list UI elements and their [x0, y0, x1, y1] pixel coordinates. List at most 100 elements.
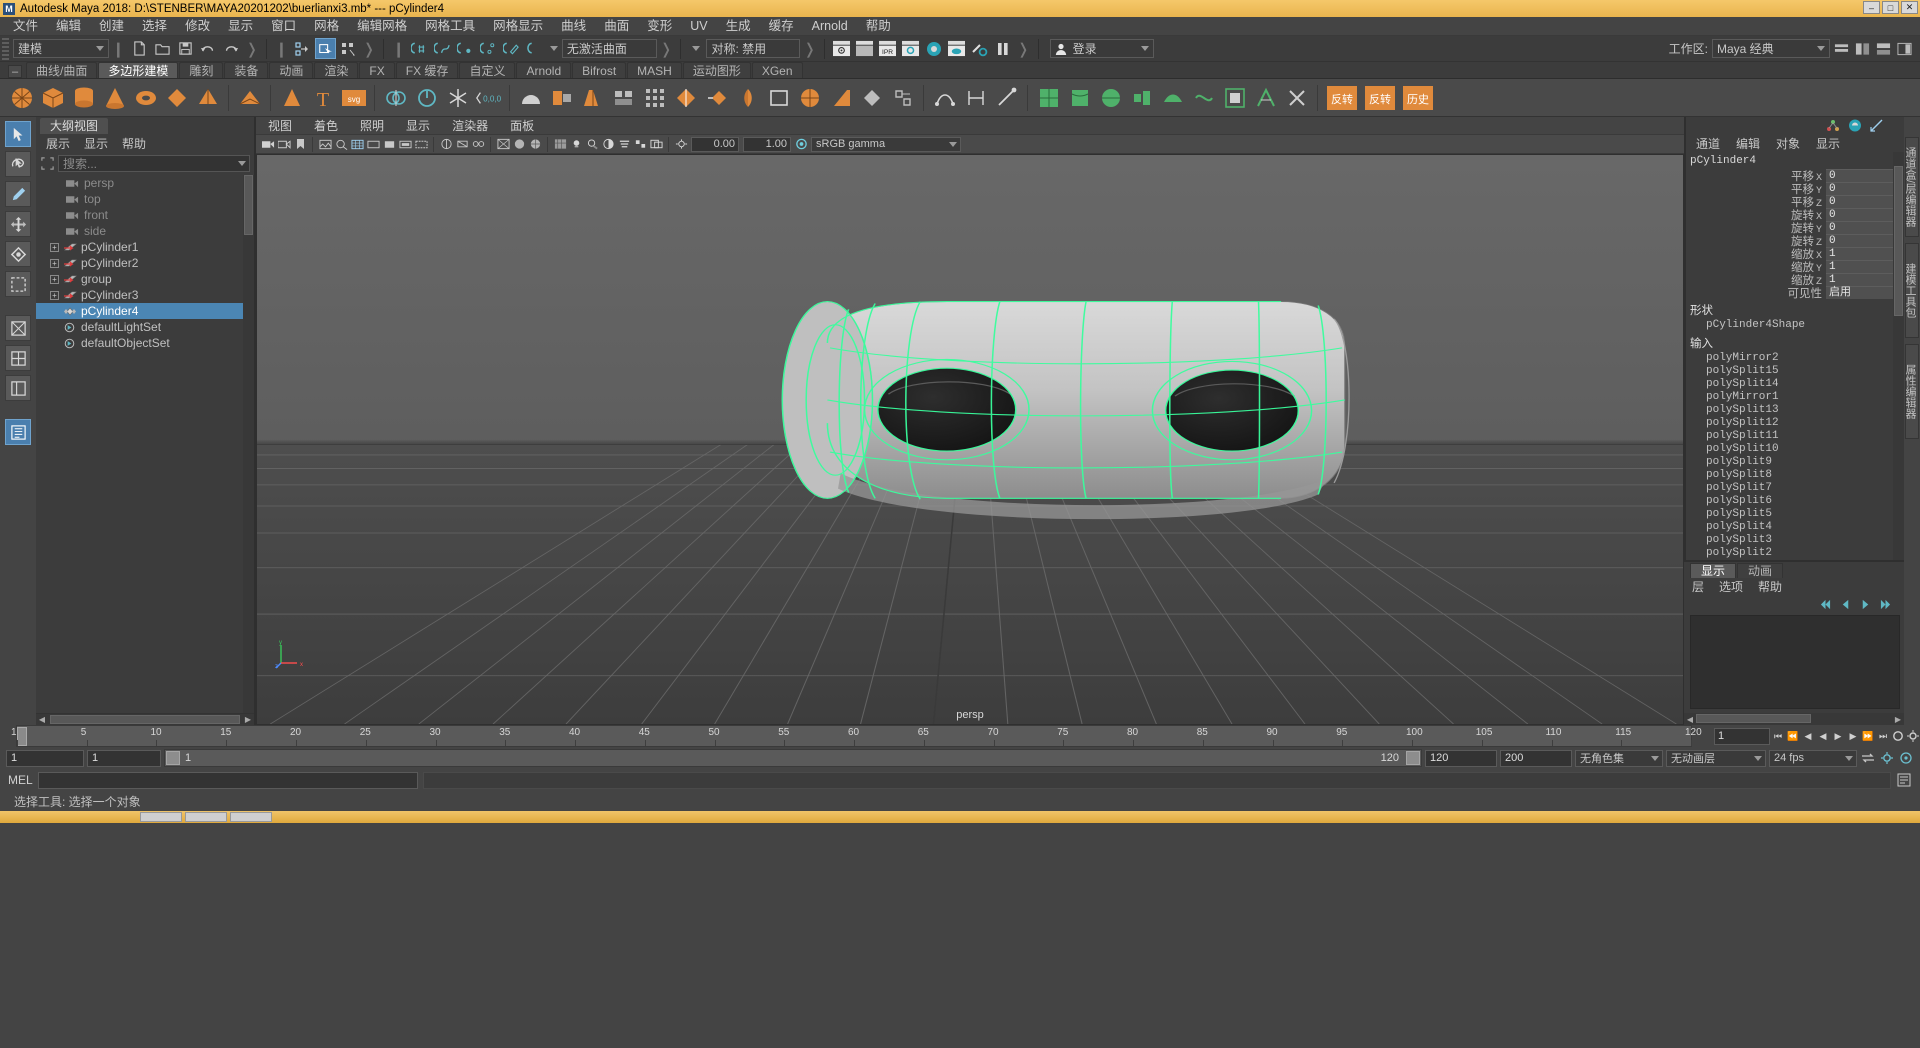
menu-item-18[interactable]: 帮助 — [857, 17, 900, 36]
menu-item-12[interactable]: 曲面 — [595, 17, 638, 36]
uv-camera-icon[interactable] — [1159, 83, 1186, 113]
scroll-thumb[interactable] — [50, 715, 240, 724]
snap-coords-icon[interactable]: 0,0,0 — [475, 83, 502, 113]
uv-contour-icon[interactable] — [1190, 83, 1217, 113]
channel-box-menu-通道[interactable]: 通道 — [1696, 135, 1720, 152]
delete-history-icon[interactable]: 历史 — [1401, 83, 1435, 113]
lights-toggle-icon[interactable] — [569, 136, 583, 152]
layer-first-icon[interactable] — [1819, 599, 1832, 610]
smooth-shading-icon[interactable] — [512, 136, 526, 152]
isolate-select-icon[interactable] — [439, 136, 453, 152]
search-frame-icon[interactable] — [40, 156, 55, 171]
bookmark-icon[interactable] — [293, 136, 307, 152]
poly-torus-icon[interactable] — [132, 83, 159, 113]
scroll-thumb[interactable] — [244, 175, 253, 235]
menu-item-4[interactable]: 修改 — [176, 17, 219, 36]
go-to-start-icon[interactable]: ⏮ — [1771, 728, 1785, 745]
gamma-value-field[interactable]: 1.00 — [743, 136, 791, 152]
render-settings-icon[interactable] — [900, 38, 921, 59]
time-slider-cursor[interactable] — [17, 727, 27, 746]
menu-item-14[interactable]: UV — [681, 17, 716, 36]
motion-blur-icon[interactable] — [617, 136, 631, 152]
mel-label[interactable]: MEL — [8, 773, 33, 787]
current-frame-field[interactable]: 1 — [1714, 727, 1770, 745]
ipr-render-icon[interactable]: IPR — [877, 38, 898, 59]
uv-cylindrical-icon[interactable] — [1066, 83, 1093, 113]
tool-settings-toggle-icon[interactable] — [1876, 42, 1891, 56]
single-view-layout-button[interactable] — [5, 315, 31, 341]
measure-distance-icon[interactable] — [962, 83, 989, 113]
rotate-tool-button[interactable] — [5, 241, 31, 267]
poly-cube-icon[interactable] — [39, 83, 66, 113]
input-node-polySplit8[interactable]: polySplit8 — [1686, 469, 1904, 482]
outliner-item-front[interactable]: front — [36, 207, 254, 223]
pause-icon[interactable] — [992, 38, 1013, 59]
right-tab-建模工具包[interactable]: 建模工具包 — [1904, 243, 1919, 338]
input-node-polySplit6[interactable]: polySplit6 — [1686, 495, 1904, 508]
smooth-icon[interactable] — [517, 83, 544, 113]
anim-layer-dropdown[interactable]: 无动画层 — [1666, 749, 1766, 767]
grid-toggle-icon[interactable] — [350, 136, 364, 152]
paint-select-tool-button[interactable] — [5, 181, 31, 207]
combine-icon[interactable] — [444, 83, 471, 113]
shelf-tab-曲线/曲面[interactable]: 曲线/曲面 — [26, 62, 98, 78]
select-camera-icon[interactable] — [261, 136, 275, 152]
slide-edge-icon[interactable] — [827, 83, 854, 113]
outliner-item-persp[interactable]: persp — [36, 175, 254, 191]
menu-item-13[interactable]: 变形 — [638, 17, 681, 36]
input-node-polyMirror1[interactable]: polyMirror1 — [1686, 391, 1904, 404]
reverse-normals-icon[interactable]: 反转 — [1325, 83, 1359, 113]
color-space-dropdown[interactable]: sRGB gamma — [811, 136, 961, 152]
layer-editor-tab-动画[interactable]: 动画 — [1737, 563, 1784, 578]
film-gate-icon[interactable] — [366, 136, 380, 152]
menu-item-0[interactable]: 文件 — [4, 17, 47, 36]
exposure-value-field[interactable]: 0.00 — [691, 136, 739, 152]
light-settings-icon[interactable] — [969, 38, 990, 59]
menu-item-8[interactable]: 编辑网格 — [348, 17, 416, 36]
uv-spherical-icon[interactable] — [1097, 83, 1124, 113]
shelf-tab-XGen[interactable]: XGen — [751, 62, 803, 78]
expand-toggle-icon[interactable]: + — [50, 242, 59, 252]
layer-prev-icon[interactable] — [1839, 599, 1852, 610]
script-editor-icon[interactable] — [1896, 773, 1912, 787]
animation-settings-icon[interactable] — [1898, 751, 1914, 765]
crease-icon[interactable] — [931, 83, 958, 113]
input-node-polySplit4[interactable]: polySplit4 — [1686, 521, 1904, 534]
symmetry-chevron-icon[interactable] — [692, 46, 701, 51]
shelf-collapse-button[interactable]: – — [8, 65, 22, 78]
animation-preferences-icon[interactable] — [1906, 728, 1920, 745]
layer-editor-scrollbar[interactable]: ◀ ▶ — [1684, 713, 1904, 725]
soft-select-icon[interactable] — [278, 83, 305, 113]
fill-hole-icon[interactable] — [765, 83, 792, 113]
layer-editor-menu-选项[interactable]: 选项 — [1719, 578, 1743, 595]
gate-mask-icon[interactable] — [398, 136, 412, 152]
outliner-horizontal-scrollbar[interactable]: ◀ ▶ — [36, 713, 254, 725]
loop-playback-icon[interactable] — [1860, 751, 1876, 765]
poly-cone-icon[interactable] — [101, 83, 128, 113]
channel-box-scrollbar[interactable] — [1893, 152, 1904, 560]
scroll-left-arrow-icon[interactable]: ◀ — [1684, 713, 1696, 725]
input-node-polySplit14[interactable]: polySplit14 — [1686, 378, 1904, 391]
viewport-menu-面板[interactable]: 面板 — [510, 117, 534, 134]
viewport-menu-照明[interactable]: 照明 — [360, 117, 384, 134]
target-weld-icon[interactable] — [703, 83, 730, 113]
range-slider-bar[interactable]: 1 120 — [164, 749, 1422, 767]
poly-plane-icon[interactable] — [163, 83, 190, 113]
outliner-menu-显示[interactable]: 显示 — [84, 135, 108, 152]
menu-item-16[interactable]: 缓存 — [760, 17, 803, 36]
viewport-3d[interactable]: y x z persp — [256, 154, 1684, 725]
step-forward-key-icon[interactable]: ⏩ — [1861, 728, 1875, 745]
extrude-icon[interactable] — [548, 83, 575, 113]
poke-icon[interactable] — [858, 83, 885, 113]
boolean-icon[interactable] — [382, 83, 409, 113]
outliner-item-pCylinder1[interactable]: + pCylinder1 — [36, 239, 254, 255]
playback-speed-dropdown[interactable]: 24 fps — [1769, 749, 1857, 767]
time-slider-track[interactable]: 1 5 10 15 20 25 30 35 40 45 50 55 60 65 70 75 80 85 90 95 10… — [11, 725, 1702, 747]
viewport-menu-着色[interactable]: 着色 — [314, 117, 338, 134]
camera-attributes-icon[interactable] — [277, 136, 291, 152]
expand-toggle-icon[interactable]: + — [50, 290, 59, 300]
select-component-icon[interactable] — [338, 38, 359, 59]
quad-draw-icon[interactable] — [672, 83, 699, 113]
range-start-field[interactable]: 1 — [6, 749, 84, 767]
minimize-button[interactable]: – — [1863, 1, 1880, 14]
